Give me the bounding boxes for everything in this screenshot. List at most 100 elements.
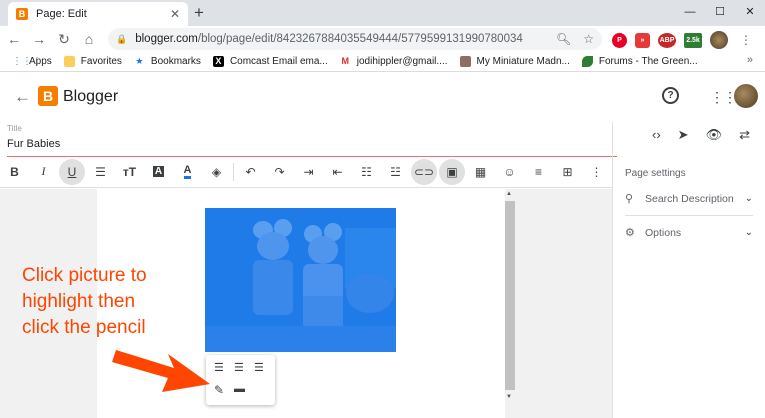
text-color-icon[interactable]: A bbox=[173, 158, 202, 186]
bookmark-label: jodihippler@gmail.... bbox=[356, 56, 448, 67]
alignment-icon[interactable]: ≡ bbox=[524, 158, 553, 186]
font-size-icon[interactable]: тT bbox=[115, 158, 144, 186]
undo-icon[interactable]: ↶ bbox=[236, 158, 265, 186]
image-icon bbox=[459, 56, 471, 67]
caption-icon[interactable]: ▬ bbox=[234, 383, 245, 395]
adblock-icon[interactable]: ABP bbox=[658, 32, 676, 48]
back-arrow-icon[interactable]: ← bbox=[14, 87, 31, 107]
bookmark-comcast[interactable]: X Comcast Email ema... bbox=[212, 56, 328, 67]
help-icon[interactable]: ? bbox=[662, 87, 679, 104]
bookmark-favorites[interactable]: Favorites bbox=[63, 56, 122, 67]
redo-icon[interactable]: ↷ bbox=[265, 158, 294, 186]
home-icon[interactable]: ⌂ bbox=[78, 31, 100, 47]
back-icon[interactable]: ← bbox=[3, 31, 25, 47]
text-style-icon[interactable]: A bbox=[144, 158, 173, 186]
gmail-icon: M bbox=[341, 56, 350, 66]
options-row[interactable]: ⚙ Options ⌄ bbox=[625, 226, 753, 240]
tab-bar: B Page: Edit ✕ + — ☐ ✕ bbox=[0, 0, 765, 26]
bookmarks-more-icon[interactable]: » bbox=[747, 54, 753, 66]
annotation-text: Click picture to highlight then click th… bbox=[22, 263, 202, 341]
align-left-icon[interactable]: ☰ bbox=[214, 361, 224, 374]
x-icon: X bbox=[212, 56, 224, 67]
align-right-icon[interactable]: ☰ bbox=[254, 361, 264, 374]
blogger-header: ← B Blogger ? ⋮⋮⋮ bbox=[0, 72, 765, 122]
counter-icon[interactable]: 2.5k bbox=[684, 32, 702, 48]
lock-icon: 🔒 bbox=[116, 33, 128, 44]
forward-icon[interactable]: → bbox=[28, 31, 50, 47]
scroll-up-arrow-icon[interactable]: ▲ bbox=[506, 191, 512, 197]
italic-icon[interactable]: I bbox=[29, 158, 58, 186]
minimize-button[interactable]: — bbox=[675, 0, 705, 24]
bulleted-list-icon[interactable]: ☷ bbox=[352, 158, 381, 186]
app-title: Blogger bbox=[63, 88, 119, 105]
blogger-tab-icon: B bbox=[16, 8, 28, 20]
underline-icon[interactable]: U bbox=[59, 158, 85, 185]
numbered-list-icon[interactable]: ☳ bbox=[381, 158, 410, 186]
scroll-down-arrow-icon[interactable]: ▼ bbox=[506, 394, 512, 400]
emoji-icon[interactable]: ☺ bbox=[495, 158, 524, 186]
forward-ext-icon[interactable]: » bbox=[635, 32, 650, 48]
reload-icon[interactable]: ↻ bbox=[53, 31, 75, 48]
switch-view-icon[interactable]: ⇄ bbox=[739, 127, 750, 143]
bookmark-label: Apps bbox=[29, 56, 52, 67]
options-label: Options bbox=[645, 226, 682, 239]
bookmark-label: Bookmarks bbox=[150, 56, 201, 67]
bookmark-forums[interactable]: Forums - The Green... bbox=[581, 56, 698, 67]
close-window-button[interactable]: ✕ bbox=[735, 0, 765, 24]
search-description-row[interactable]: ⚲ Search Description ⌄ bbox=[625, 192, 753, 206]
outdent-icon[interactable]: ⇤ bbox=[323, 158, 352, 186]
edit-pencil-icon[interactable]: ✎ bbox=[214, 383, 224, 397]
chevron-down-icon[interactable]: ⌄ bbox=[745, 193, 753, 204]
image-insert-icon[interactable]: ▣ bbox=[439, 158, 465, 185]
more-options-icon[interactable]: ⋮ bbox=[582, 158, 611, 186]
mice-photo bbox=[205, 208, 396, 352]
star-icon: ★ bbox=[135, 56, 144, 66]
bold-icon[interactable]: B bbox=[0, 158, 29, 186]
bookmark-star-icon[interactable]: ☆ bbox=[583, 32, 594, 46]
table-icon[interactable]: ⊞ bbox=[553, 158, 582, 186]
bookmark-label: My Miniature Madn... bbox=[476, 56, 570, 67]
video-icon[interactable]: ▦ bbox=[466, 158, 495, 186]
pinterest-icon[interactable]: P bbox=[612, 32, 627, 48]
annotation-line: highlight then bbox=[22, 291, 136, 312]
selected-picture[interactable] bbox=[205, 208, 396, 352]
html-view-icon[interactable]: ‹› bbox=[652, 127, 661, 143]
new-tab-button[interactable]: + bbox=[194, 3, 204, 23]
bookmarks-bar: ⋮⋮⋮ Apps Favorites ★ Bookmarks X Comcast Em… bbox=[0, 52, 765, 72]
preview-eye-icon[interactable]: 👁︎ bbox=[706, 127, 723, 143]
extensions: P » ABP 2.5k ⋮ bbox=[612, 31, 752, 49]
tab-close-icon[interactable]: ✕ bbox=[170, 7, 180, 21]
profile-avatar[interactable] bbox=[710, 31, 728, 49]
scrollbar[interactable] bbox=[505, 201, 515, 390]
bookmark-miniature[interactable]: My Miniature Madn... bbox=[459, 56, 570, 67]
maximize-button[interactable]: ☐ bbox=[705, 0, 735, 24]
title-actions: ‹› ➤ 👁︎ ⇄ bbox=[652, 127, 750, 143]
image-toolbar-popup: ☰ ☰ ☰ ✎ ▬ bbox=[206, 355, 275, 405]
highlight-color-icon[interactable]: ◈ bbox=[202, 158, 231, 186]
title-input[interactable]: Fur Babies bbox=[7, 138, 617, 157]
publish-icon[interactable]: ➤ bbox=[678, 127, 689, 143]
search-description-label: Search Description bbox=[645, 192, 734, 205]
link-icon[interactable]: ⊂⊃ bbox=[411, 158, 437, 185]
editor-toolbar: B I U ☰ тT A A ◈ ↶ ↷ ⇥ ⇤ ☷ ☳ ⊂⊃ ▣ ▦ ☺ ≡ … bbox=[0, 156, 612, 188]
address-bar[interactable]: 🔒 blogger.com/blog/page/edit/84232678840… bbox=[108, 28, 602, 50]
indent-icon[interactable]: ⇥ bbox=[294, 158, 323, 186]
url-host: blogger.com bbox=[135, 33, 198, 45]
navigation-bar: ← → ↻ ⌂ 🔒 blogger.com/blog/page/edit/842… bbox=[0, 26, 765, 52]
bookmark-label: Favorites bbox=[80, 56, 122, 67]
tab-page-edit[interactable]: B Page: Edit ✕ bbox=[8, 2, 188, 26]
chevron-down-icon[interactable]: ⌄ bbox=[745, 227, 753, 238]
bookmark-gmail[interactable]: Mjodihippler@gmail.... bbox=[340, 56, 448, 67]
zoom-icon[interactable]: 🔍︎ bbox=[556, 32, 571, 46]
bookmark-apps[interactable]: ⋮⋮⋮ Apps bbox=[12, 56, 52, 67]
bookmark-label: Forums - The Green... bbox=[598, 56, 698, 67]
paragraph-format-icon[interactable]: ☰ bbox=[86, 158, 115, 186]
page-settings-header: Page settings bbox=[625, 168, 686, 179]
bookmark-bookmarks[interactable]: ★ Bookmarks bbox=[134, 56, 201, 67]
align-center-icon[interactable]: ☰ bbox=[234, 361, 244, 374]
leaf-icon bbox=[581, 56, 593, 67]
editor-margin-right bbox=[505, 189, 612, 418]
avatar[interactable] bbox=[734, 84, 758, 108]
bookmark-label: Comcast Email ema... bbox=[229, 56, 328, 67]
menu-kebab-icon[interactable]: ⋮ bbox=[740, 33, 752, 47]
